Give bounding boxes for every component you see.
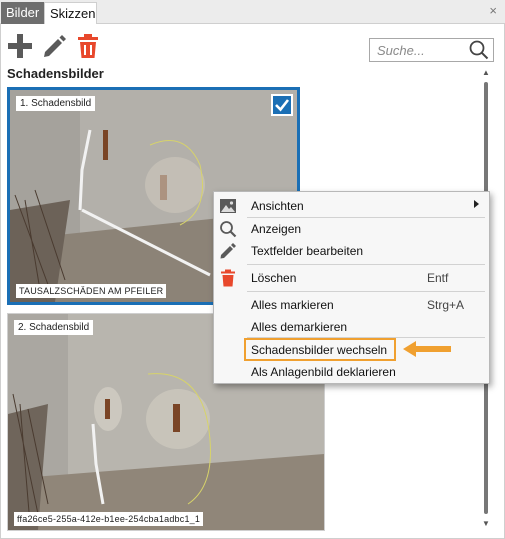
- edit-button[interactable]: [41, 33, 67, 59]
- menu-item-label: Als Anlagenbild deklarieren: [251, 365, 396, 379]
- search-box: [369, 38, 494, 62]
- selected-checkbox[interactable]: [271, 94, 293, 116]
- card-label: 2. Schadensbild: [14, 320, 94, 335]
- trash-icon: [221, 269, 235, 287]
- plus-icon: [8, 34, 32, 58]
- scroll-down-arrow[interactable]: ▼: [482, 519, 490, 528]
- tab-skizzen[interactable]: Skizzen: [44, 2, 97, 24]
- close-icon[interactable]: ×: [489, 4, 497, 18]
- menu-separator: [247, 264, 485, 265]
- arrow-left-icon: [403, 341, 451, 357]
- pencil-icon: [220, 243, 236, 259]
- menu-item-label: Alles demarkieren: [251, 320, 348, 334]
- menu-separator: [247, 291, 485, 292]
- submenu-arrow-icon: [474, 200, 479, 208]
- menu-item-label: Alles markieren: [251, 298, 334, 312]
- search-input[interactable]: [370, 39, 466, 61]
- menu-item-alles-demarkieren[interactable]: Alles demarkieren: [214, 316, 489, 338]
- menu-item-als-anlagenbild-deklarieren[interactable]: Als Anlagenbild deklarieren: [214, 361, 489, 383]
- context-menu: Ansichten Anzeigen Textfelder bearbeiten…: [213, 191, 490, 384]
- menu-item-alles-markieren[interactable]: Alles markieren Strg+A: [214, 294, 489, 316]
- menu-item-label: Ansichten: [251, 199, 304, 213]
- section-title: Schadensbilder: [7, 66, 104, 81]
- tab-bar: Bilder Skizzen ×: [0, 0, 505, 24]
- card-label: 1. Schadensbild: [16, 96, 96, 111]
- tab-bilder[interactable]: Bilder: [1, 2, 44, 24]
- highlight-box: [244, 338, 396, 361]
- search-icon[interactable]: [469, 40, 489, 60]
- menu-item-ansichten[interactable]: Ansichten: [214, 195, 489, 217]
- card-caption: ffa26ce5-255a-412e-b1ee-254cba1adbc1_1: [14, 512, 204, 526]
- search-icon: [220, 221, 237, 238]
- check-icon: [275, 99, 290, 112]
- add-button[interactable]: [7, 33, 33, 59]
- delete-button[interactable]: [75, 33, 101, 59]
- menu-item-label: Textfelder bearbeiten: [251, 244, 364, 258]
- menu-item-anzeigen[interactable]: Anzeigen: [214, 218, 489, 240]
- trash-icon: [78, 34, 98, 58]
- menu-item-shortcut: Strg+A: [427, 298, 465, 312]
- menu-item-textfelder-bearbeiten[interactable]: Textfelder bearbeiten: [214, 240, 489, 262]
- menu-item-label: Anzeigen: [251, 222, 302, 236]
- menu-item-shortcut: Entf: [427, 271, 449, 285]
- pencil-icon: [44, 35, 66, 57]
- menu-item-loeschen[interactable]: Löschen Entf: [214, 267, 489, 289]
- card-caption: TAUSALZSCHÄDEN AM PFEILER: [16, 284, 167, 298]
- scroll-up-arrow[interactable]: ▲: [482, 68, 490, 77]
- image-icon: [220, 199, 236, 213]
- menu-item-label: Löschen: [251, 271, 297, 285]
